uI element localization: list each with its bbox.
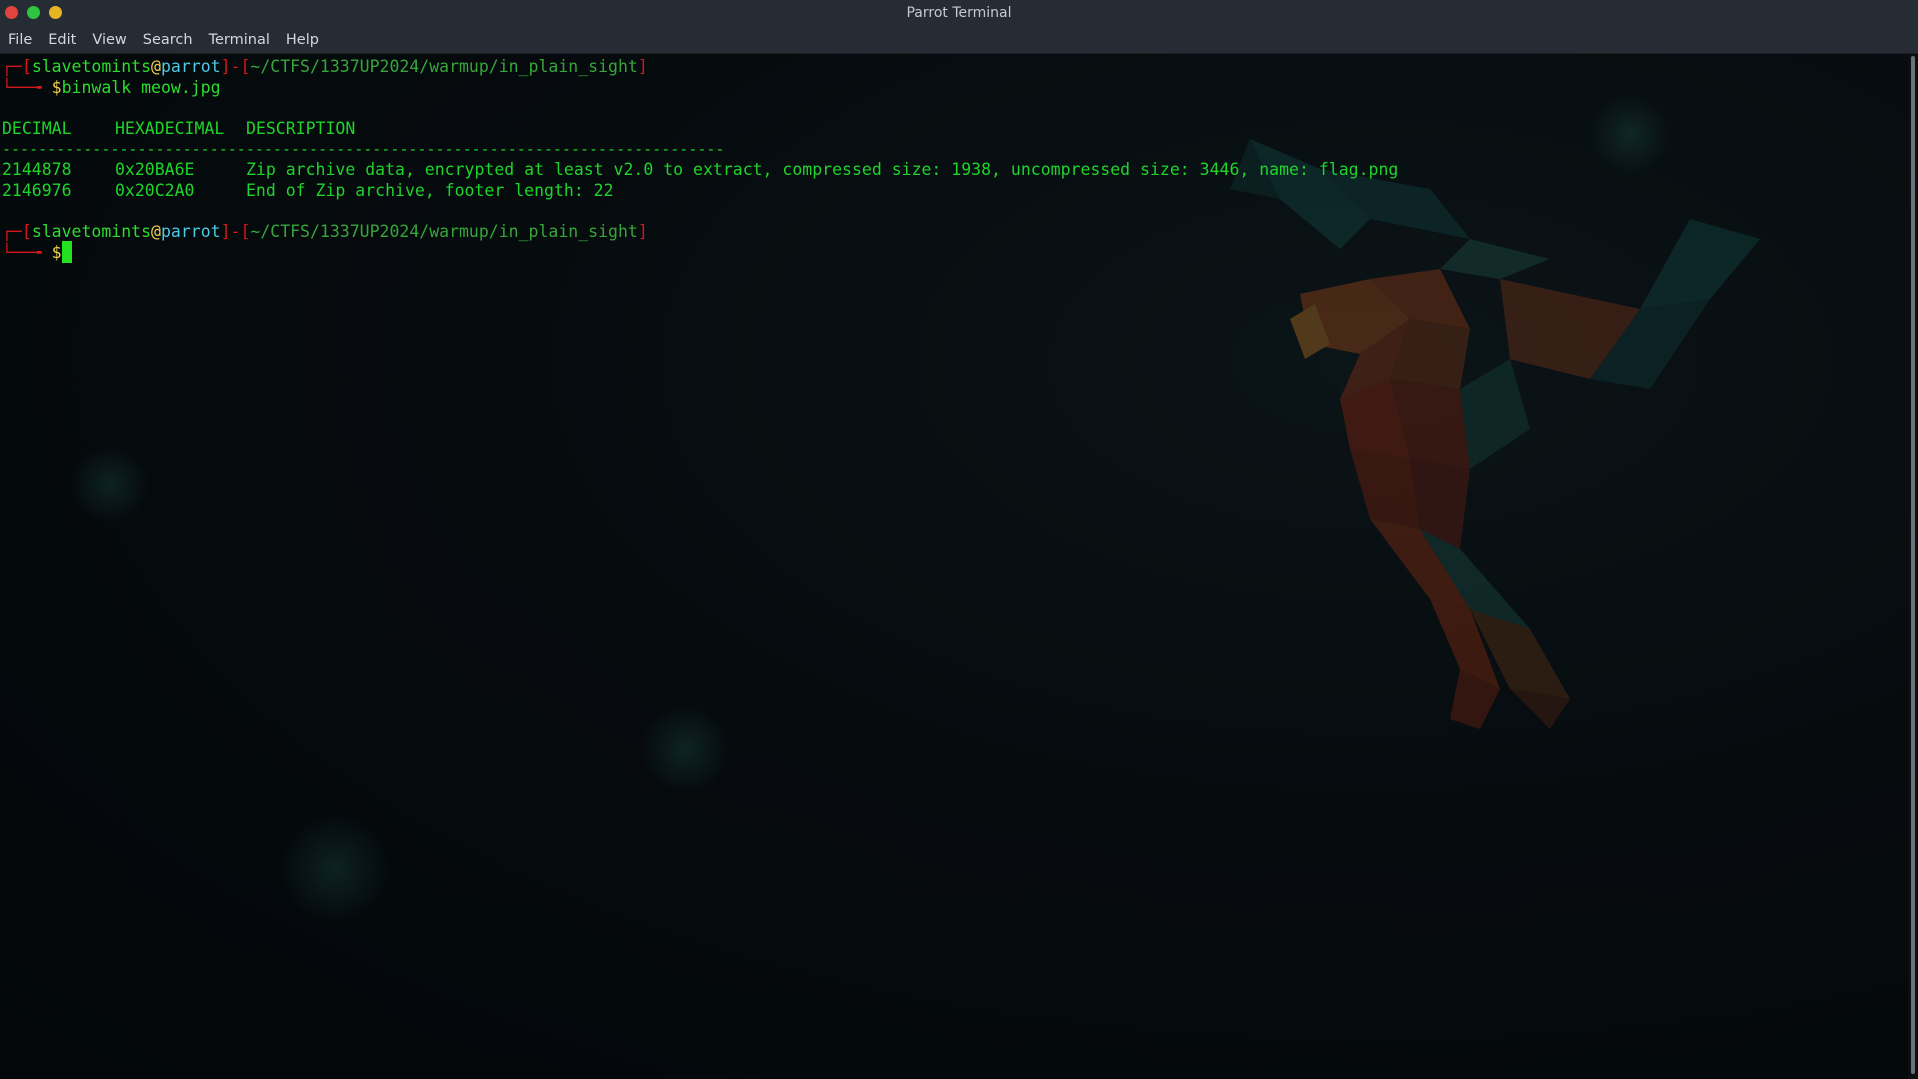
minimize-button[interactable]	[49, 6, 62, 19]
scrollbar[interactable]	[1908, 54, 1918, 1079]
menu-search[interactable]: Search	[143, 32, 193, 48]
prompt-host: parrot	[160, 222, 221, 241]
prompt-bracket: ]	[220, 57, 231, 76]
prompt-line: ┌─[slavetomints@parrot]-[~/CTFS/1337UP20…	[2, 219, 648, 244]
prompt-path: ~/CTFS/1337UP2024/warmup/in_plain_sight	[250, 57, 638, 76]
prompt-arrow: └──╼	[2, 78, 52, 97]
menu-edit[interactable]: Edit	[48, 32, 76, 48]
prompt-dollar: $	[51, 243, 62, 262]
menu-help[interactable]: Help	[286, 32, 319, 48]
background-glow	[280, 814, 390, 924]
terminal-output: ┌─[slavetomints@parrot]-[~/CTFS/1337UP20…	[0, 54, 1398, 377]
background-glow	[70, 444, 150, 524]
window-title: Parrot Terminal	[906, 5, 1012, 21]
prompt-dash: -	[230, 57, 241, 76]
command-line: └──╼ $binwalk meow.jpg	[2, 75, 221, 100]
header-decimal: DECIMAL	[2, 119, 72, 138]
table-row: 2146976 0x20C2A0 End of Zip archive, foote…	[2, 178, 614, 203]
prompt-at: @	[151, 57, 161, 76]
terminal-window: Parrot Terminal File Edit View Search Te…	[0, 0, 1918, 1079]
prompt-bracket: [	[240, 57, 251, 76]
menu-terminal[interactable]: Terminal	[209, 32, 270, 48]
menu-bar: File Edit View Search Terminal Help	[0, 26, 1918, 54]
title-bar[interactable]: Parrot Terminal	[0, 0, 1918, 26]
scrollbar-thumb[interactable]	[1911, 56, 1915, 1074]
prompt-arrow: └──╼	[2, 243, 52, 262]
prompt-bracket: ]	[637, 222, 648, 241]
prompt-dash: -	[230, 222, 241, 241]
terminal-area[interactable]: ┌─[slavetomints@parrot]-[~/CTFS/1337UP20…	[0, 54, 1908, 1079]
prompt-user: slavetomints	[31, 222, 152, 241]
prompt-user: slavetomints	[31, 57, 152, 76]
background-glow	[640, 704, 730, 794]
row-decimal: 2144878	[2, 160, 72, 179]
prompt-bracket: [	[240, 222, 251, 241]
command-line: └──╼ $	[2, 240, 72, 265]
window-controls	[5, 6, 62, 19]
row-hex: 0x20C2A0	[115, 181, 195, 200]
parrot-logo-icon	[1230, 139, 1760, 729]
menu-file[interactable]: File	[8, 32, 32, 48]
command-text: binwalk meow.jpg	[61, 78, 221, 97]
prompt-host: parrot	[160, 57, 221, 76]
prompt-bracket: ]	[637, 57, 648, 76]
close-button[interactable]	[5, 6, 18, 19]
prompt-path: ~/CTFS/1337UP2024/warmup/in_plain_sight	[250, 222, 638, 241]
prompt-corner: ┌─[	[2, 57, 32, 76]
prompt-corner: ┌─[	[2, 222, 32, 241]
maximize-button[interactable]	[27, 6, 40, 19]
text-cursor	[61, 241, 72, 263]
prompt-at: @	[151, 222, 161, 241]
prompt-dollar: $	[51, 78, 62, 97]
prompt-bracket: ]	[220, 222, 231, 241]
row-decimal: 2146976	[2, 181, 72, 200]
menu-view[interactable]: View	[92, 32, 126, 48]
row-description: End of Zip archive, footer length: 22	[246, 181, 614, 200]
